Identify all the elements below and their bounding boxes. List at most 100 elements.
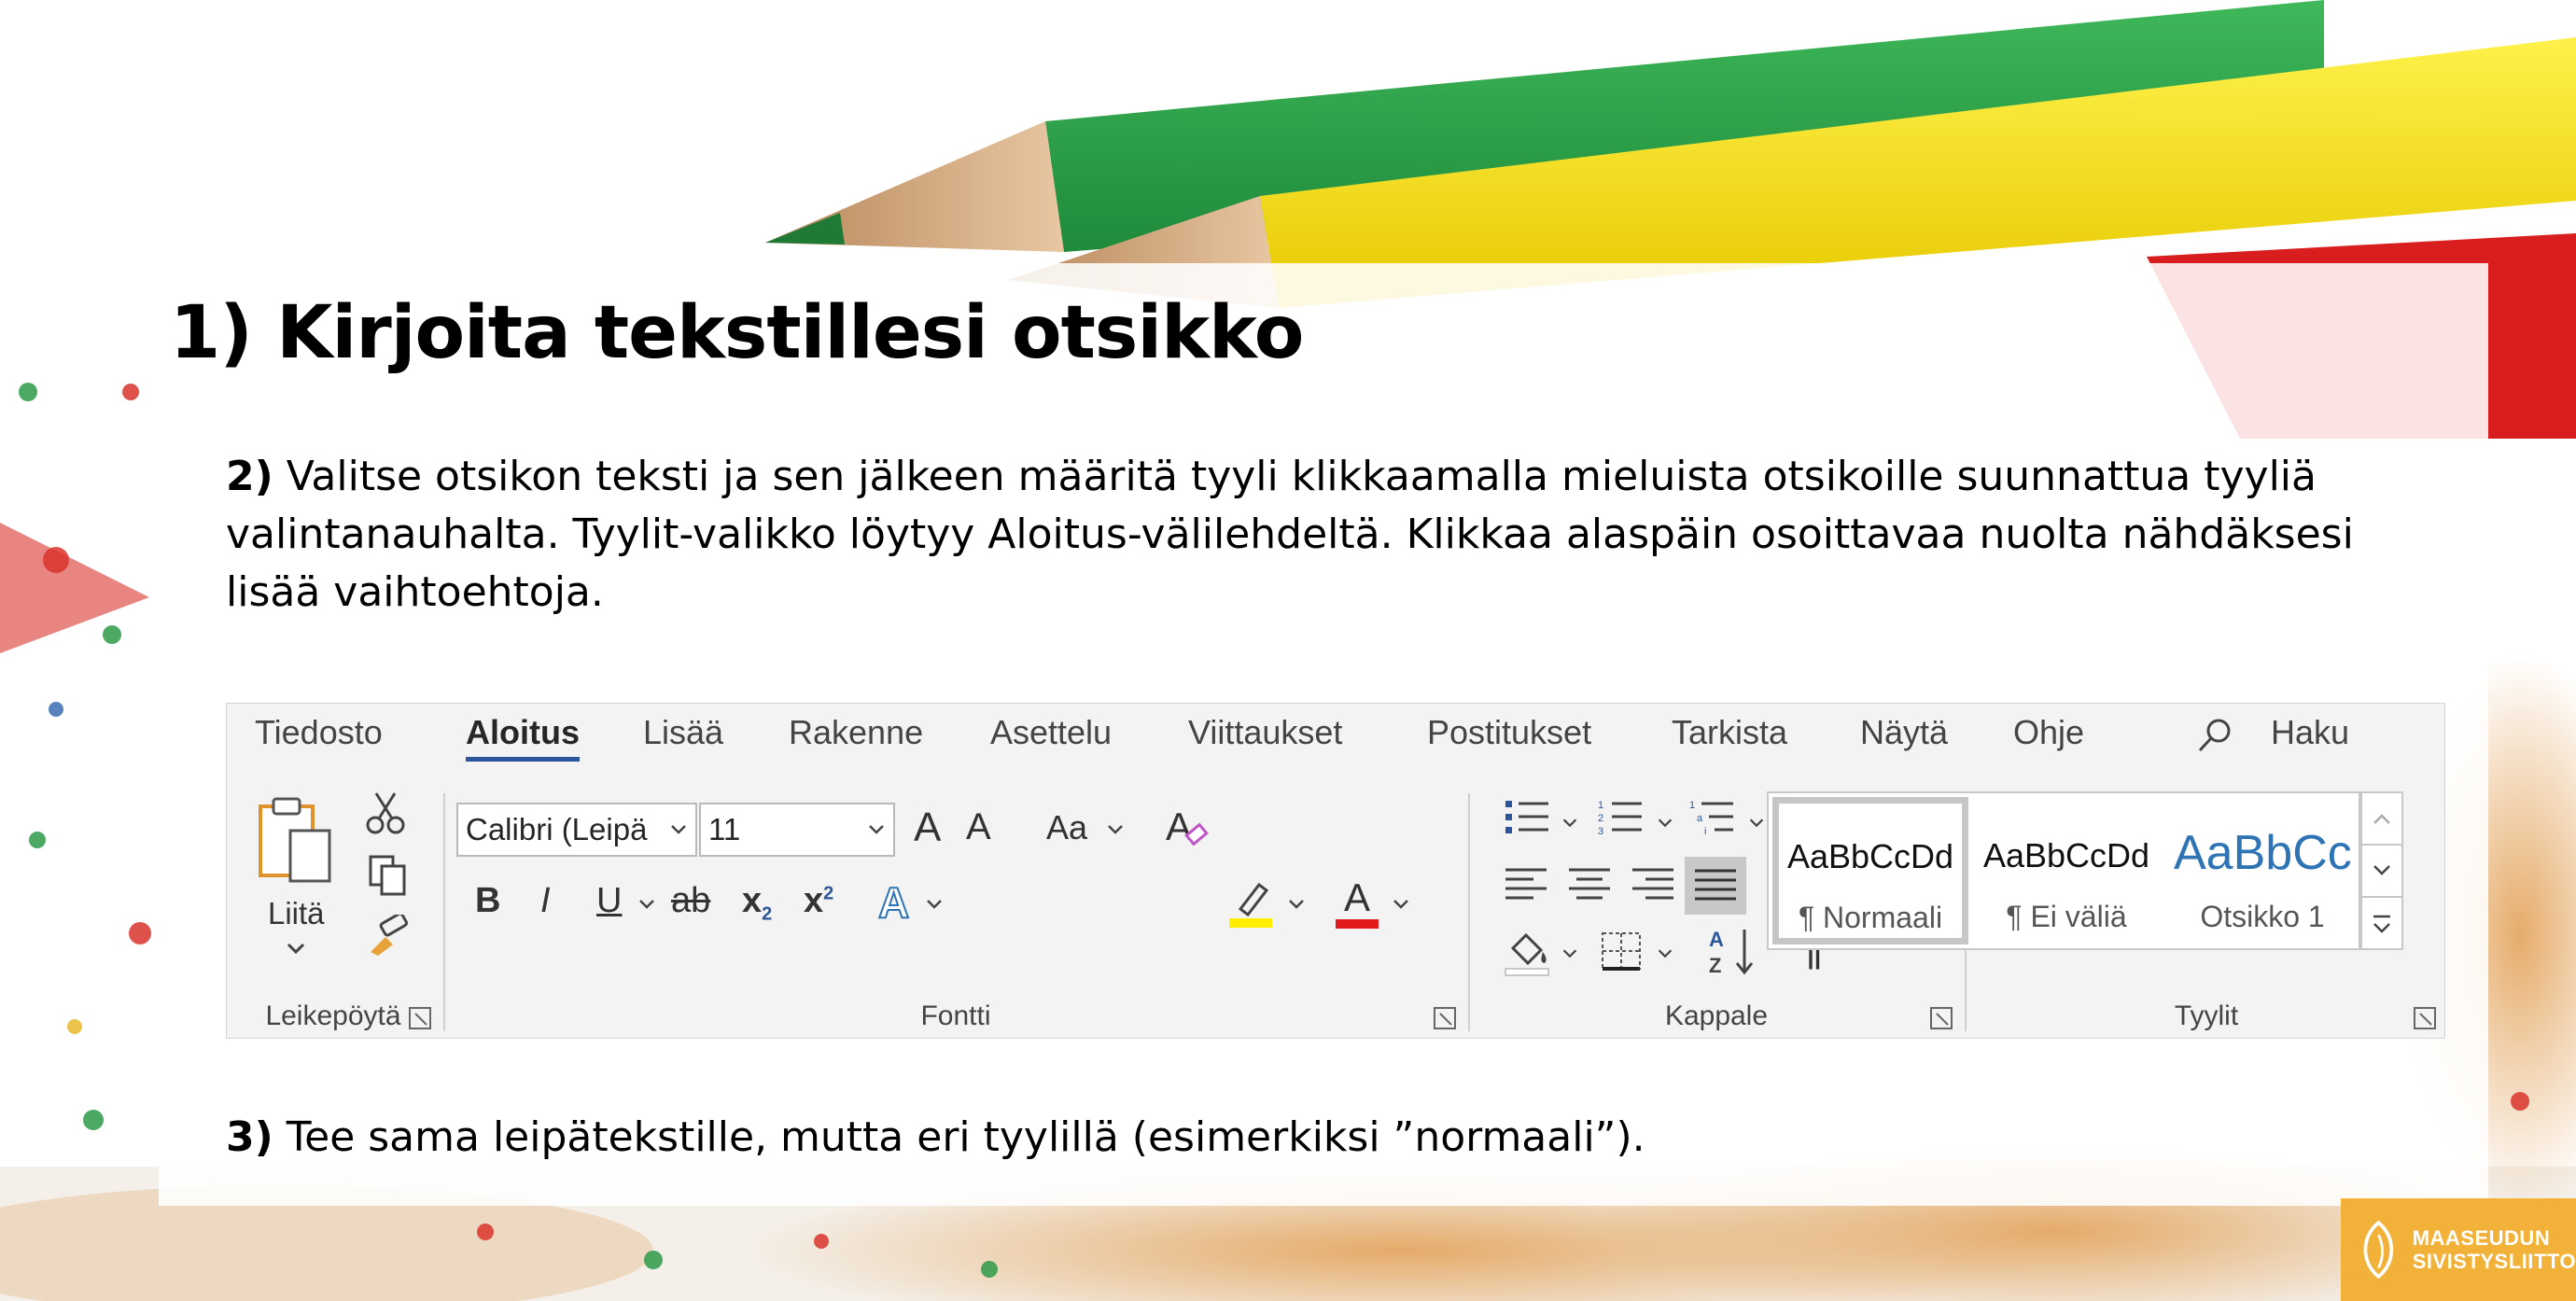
tab-tiedosto[interactable]: Tiedosto	[255, 713, 383, 752]
grow-font-button[interactable]: A	[914, 804, 941, 851]
leaf-logo-icon	[2363, 1220, 2394, 1280]
clear-formatting-icon[interactable]: A	[1162, 801, 1214, 853]
chevron-down-icon[interactable]	[1390, 892, 1412, 915]
tab-tarkista[interactable]: Tarkista	[1672, 713, 1787, 752]
text-effects-button[interactable]: A	[877, 877, 910, 928]
svg-text:i: i	[1704, 826, 1706, 837]
tab-rakenne[interactable]: Rakenne	[789, 713, 923, 752]
style-name: Otsikko 1	[2200, 900, 2325, 933]
font-group: Calibri (Leipä 11 A A Aa A B I U ab x2 x…	[447, 788, 1464, 1038]
font-color-letter: A	[1343, 875, 1370, 919]
shading-icon[interactable]	[1504, 928, 1554, 976]
word-ribbon: Tiedosto Aloitus Lisää Rakenne Asettelu …	[226, 703, 2445, 1039]
tab-aloitus[interactable]: Aloitus	[466, 713, 580, 762]
style-normaali[interactable]: AaBbCcDd ¶ Normaali	[1772, 797, 1968, 944]
svg-text:A: A	[1709, 928, 1724, 951]
align-left-icon[interactable]	[1504, 866, 1548, 903]
clipboard-group: Liitä Leikepöytä	[227, 788, 440, 1038]
strikethrough-button[interactable]: ab	[671, 881, 710, 921]
tab-lisaa[interactable]: Lisää	[643, 713, 723, 752]
style-ei-valia[interactable]: AaBbCcDd ¶ Ei väliä	[1968, 797, 2164, 944]
chevron-down-icon[interactable]	[667, 818, 690, 840]
svg-text:1: 1	[1598, 800, 1603, 811]
step-3-label: 3)	[226, 1113, 273, 1161]
tab-viittaukset[interactable]: Viittaukset	[1188, 713, 1342, 752]
gallery-scroll-up-button[interactable]	[2360, 791, 2403, 846]
dialog-launcher-icon[interactable]	[1929, 1006, 1953, 1030]
sort-icon[interactable]: AZ	[1707, 924, 1761, 976]
superscript-button[interactable]: x2	[804, 881, 833, 921]
format-painter-icon[interactable]	[365, 915, 410, 958]
tab-postitukset[interactable]: Postitukset	[1427, 713, 1591, 752]
group-divider	[443, 793, 445, 1031]
justify-button[interactable]	[1685, 857, 1746, 915]
search-icon[interactable]	[2196, 717, 2233, 754]
chevron-down-icon[interactable]	[923, 892, 945, 915]
chevron-down-icon[interactable]	[1746, 812, 1767, 832]
tab-ohje[interactable]: Ohje	[2013, 713, 2084, 752]
logo-line-2: SIVISTYSLIITTO	[2412, 1250, 2576, 1273]
align-right-icon[interactable]	[1631, 866, 1675, 903]
style-preview: AaBbCcDd	[1786, 837, 1954, 875]
svg-text:Z: Z	[1709, 954, 1721, 976]
dialog-launcher-icon[interactable]	[2413, 1006, 2437, 1030]
chevron-down-icon[interactable]	[1655, 812, 1675, 832]
change-case-button[interactable]: Aa	[1046, 808, 1087, 847]
paragraph-group-label: Kappale	[1664, 1000, 1769, 1031]
subscript-button[interactable]: x2	[742, 881, 772, 926]
chevron-down-icon[interactable]	[1560, 943, 1580, 963]
dialog-launcher-icon[interactable]	[408, 1006, 432, 1030]
gallery-scroll-down-button[interactable]	[2360, 844, 2403, 898]
bold-button[interactable]: B	[475, 881, 500, 921]
justify-icon	[1695, 869, 1736, 901]
style-name: ¶ Normaali	[1798, 901, 1943, 934]
font-name-value: Calibri (Leipä	[466, 812, 648, 846]
font-size-value: 11	[708, 812, 741, 846]
tab-nayta[interactable]: Näytä	[1860, 713, 1948, 752]
style-otsikko-1[interactable]: AaBbCc Otsikko 1	[2164, 797, 2360, 944]
superscript-mark: 2	[823, 883, 834, 904]
font-name-combo[interactable]: Calibri (Leipä	[456, 803, 697, 857]
style-preview: AaBbCc	[2174, 826, 2352, 880]
svg-text:A: A	[1166, 804, 1192, 848]
multilevel-list-icon[interactable]: 1ai	[1688, 797, 1735, 838]
dialog-launcher-icon[interactable]	[1433, 1006, 1457, 1030]
chevron-down-icon[interactable]	[1104, 818, 1127, 840]
paste-icon[interactable]	[255, 793, 339, 887]
expand-gallery-icon	[2373, 915, 2390, 933]
ribbon-tabs: Tiedosto Aloitus Lisää Rakenne Asettelu …	[227, 704, 2444, 775]
logo-line-1: MAASEUDUN	[2412, 1226, 2551, 1250]
search-label[interactable]: Haku	[2271, 713, 2349, 752]
chevron-down-icon[interactable]	[865, 818, 888, 840]
chevron-up-icon	[2373, 814, 2390, 824]
cut-icon[interactable]	[365, 790, 406, 836]
copy-icon[interactable]	[367, 853, 408, 898]
align-center-icon[interactable]	[1567, 866, 1612, 903]
subscript-x: x	[742, 881, 763, 920]
gallery-more-button[interactable]	[2360, 896, 2403, 950]
shrink-font-button[interactable]: A	[966, 806, 991, 848]
chevron-down-icon[interactable]	[636, 892, 658, 915]
slide-title: 1) Kirjoita tekstillesi otsikko	[170, 291, 1304, 375]
tab-asettelu[interactable]: Asettelu	[990, 713, 1112, 752]
instruction-step-3: 3) Tee sama leipätekstille, mutta eri ty…	[226, 1109, 2373, 1167]
instruction-step-2: 2) Valitse otsikon teksti ja sen jälkeen…	[226, 448, 2373, 622]
numbering-icon[interactable]: 1 2 3	[1597, 797, 1644, 838]
logo-text: MAASEUDUN SIVISTYSLIITTO	[2413, 1226, 2576, 1273]
highlighter-icon[interactable]	[1227, 877, 1274, 930]
underline-button[interactable]: U	[596, 881, 622, 921]
svg-text:a: a	[1697, 813, 1703, 824]
font-color-button[interactable]: A	[1334, 874, 1380, 931]
paste-label[interactable]: Liitä	[268, 896, 325, 931]
chevron-down-icon[interactable]	[1655, 943, 1675, 963]
superscript-x: x	[804, 881, 824, 920]
font-size-combo[interactable]: 11	[699, 803, 895, 857]
chevron-down-icon[interactable]	[1560, 812, 1580, 832]
italic-button[interactable]: I	[540, 881, 551, 921]
chevron-down-icon[interactable]	[1285, 892, 1308, 915]
borders-icon[interactable]	[1599, 930, 1644, 972]
bullets-icon[interactable]	[1504, 797, 1550, 838]
chevron-down-icon[interactable]	[285, 937, 307, 959]
group-divider	[1468, 793, 1470, 1031]
maaseudun-sivistysliitto-logo: MAASEUDUN SIVISTYSLIITTO	[2341, 1198, 2576, 1301]
